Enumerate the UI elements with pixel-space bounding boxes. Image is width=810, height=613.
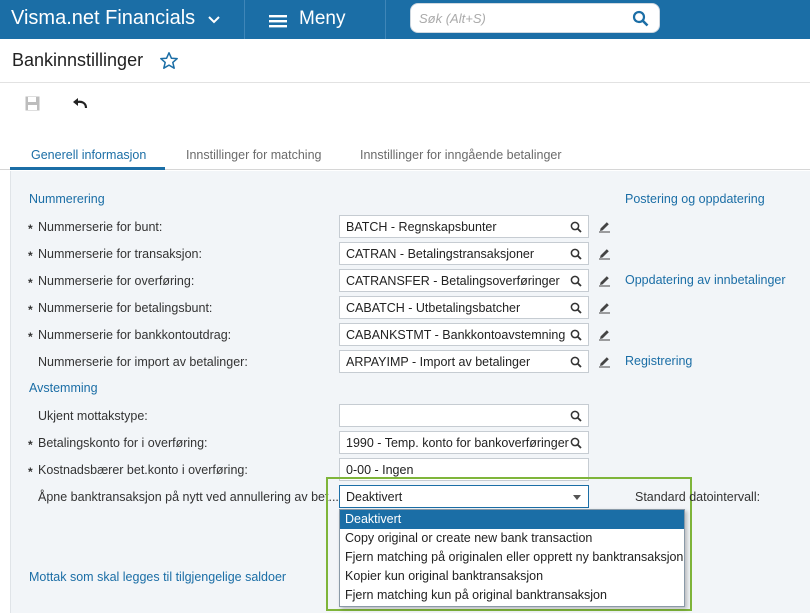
favorite-star-icon[interactable] [159,51,179,71]
transaction-numbering-field[interactable]: CATRAN - Betalingstransaksjoner [339,242,589,265]
required-marker: * [28,465,33,479]
dropdown-option[interactable]: Copy original or create new bank transac… [340,529,684,548]
payment-batch-numbering-field[interactable]: CABATCH - Utbetalingsbatcher [339,296,589,319]
lookup-search-icon[interactable] [570,437,582,449]
top-navigation-bar: Visma.net Financials Meny [0,0,810,39]
dropdown-option[interactable]: Kopier kun original banktransaksjon [340,567,684,586]
lookup-search-icon[interactable] [570,248,582,260]
required-marker: * [28,438,33,452]
field-label: Nummerserie for overføring: [38,274,195,288]
active-tab-indicator [10,167,165,170]
required-marker: * [28,222,33,236]
payment-import-numbering-field[interactable]: ARPAYIMP - Import av betalinger [339,350,589,373]
dropdown-option[interactable]: Deaktivert [340,510,684,529]
divider [244,0,245,39]
tab-bar: Generell informasjon Innstillinger for m… [0,140,810,170]
required-marker: * [28,330,33,344]
section-receipts-available-balances[interactable]: Mottak som skal legges til tilgjengelige… [29,570,286,584]
undo-icon[interactable] [72,96,88,110]
lookup-search-icon[interactable] [570,356,582,368]
field-value: BATCH - Regnskapsbunter [346,220,497,234]
search-icon[interactable] [632,10,649,27]
edit-pencil-icon[interactable] [598,220,611,233]
registration-link[interactable]: Registrering [625,354,692,368]
field-value: 0-00 - Ingen [346,463,414,477]
tab-matching-settings[interactable]: Innstillinger for matching [186,148,321,162]
menu-button[interactable]: Meny [299,8,345,30]
field-label: Åpne banktransaksjon på nytt ved annulle… [38,490,339,504]
app-title[interactable]: Visma.net Financials [11,7,195,30]
field-label: Kostnadsbærer bet.konto i overføring: [38,463,248,477]
lookup-search-icon[interactable] [570,410,582,422]
field-label: Nummerserie for import av betalinger: [38,355,248,369]
edit-pencil-icon[interactable] [598,274,611,287]
chevron-down-icon[interactable] [206,12,222,28]
batch-numbering-field[interactable]: BATCH - Regnskapsbunter [339,215,589,238]
lookup-search-icon[interactable] [570,275,582,287]
field-label: Nummerserie for bankkontoutdrag: [38,328,232,342]
search-input[interactable] [419,9,619,27]
field-value: 1990 - Temp. konto for bankoverføringer [346,436,569,450]
hamburger-icon[interactable] [269,9,289,33]
field-value: CABATCH - Utbetalingsbatcher [346,301,521,315]
section-reconciliation[interactable]: Avstemming [29,381,98,395]
page-header: Bankinnstillinger [0,39,810,83]
lookup-search-icon[interactable] [570,221,582,233]
posting-update-link[interactable]: Postering og oppdatering [625,192,765,206]
field-label: Nummerserie for betalingsbunt: [38,301,213,315]
edit-pencil-icon[interactable] [598,355,611,368]
dropdown-option[interactable]: Fjern matching på originalen eller oppre… [340,548,684,567]
field-value: CATRAN - Betalingstransaksjoner [346,247,535,261]
default-date-interval-label: Standard datointervall: [635,490,761,504]
payment-update-link[interactable]: Oppdatering av innbetalinger [625,273,786,287]
unknown-receipt-type-field[interactable] [339,404,589,427]
save-icon[interactable] [25,96,40,111]
edit-pencil-icon[interactable] [598,301,611,314]
bank-statement-numbering-field[interactable]: CABANKSTMT - Bankkontoavstemning [339,323,589,346]
tab-general-information[interactable]: Generell informasjon [31,148,146,162]
page-title: Bankinnstillinger [12,50,144,70]
select-value: Deaktivert [346,490,403,504]
dropdown-option[interactable]: Fjern matching kun på original banktrans… [340,586,684,605]
required-marker: * [28,276,33,290]
dropdown-options-list: Deaktivert Copy original or create new b… [339,509,685,607]
reopen-transaction-select[interactable]: Deaktivert [339,485,589,508]
divider [385,0,386,39]
field-label: Ukjent mottakstype: [38,409,148,423]
field-label: Nummerserie for bunt: [38,220,163,234]
field-value: CATRANSFER - Betalingsoverføringer [346,274,560,288]
edit-pencil-icon[interactable] [598,247,611,260]
edit-pencil-icon[interactable] [598,328,611,341]
lookup-search-icon[interactable] [570,329,582,341]
field-label: Betalingskonto for i overføring: [38,436,208,450]
required-marker: * [28,303,33,317]
tab-incoming-payment-settings[interactable]: Innstillinger for inngående betalinger [360,148,562,162]
section-numbering[interactable]: Nummerering [29,192,105,206]
search-box[interactable] [410,3,660,33]
lookup-search-icon[interactable] [570,302,582,314]
field-label: Nummerserie for transaksjon: [38,247,202,261]
transfer-numbering-field[interactable]: CATRANSFER - Betalingsoverføringer [339,269,589,292]
field-value: ARPAYIMP - Import av betalinger [346,355,531,369]
caret-down-icon[interactable] [573,495,581,500]
required-marker: * [28,249,33,263]
transfer-account-field[interactable]: 1990 - Temp. konto for bankoverføringer [339,431,589,454]
field-value: CABANKSTMT - Bankkontoavstemning [346,328,566,342]
